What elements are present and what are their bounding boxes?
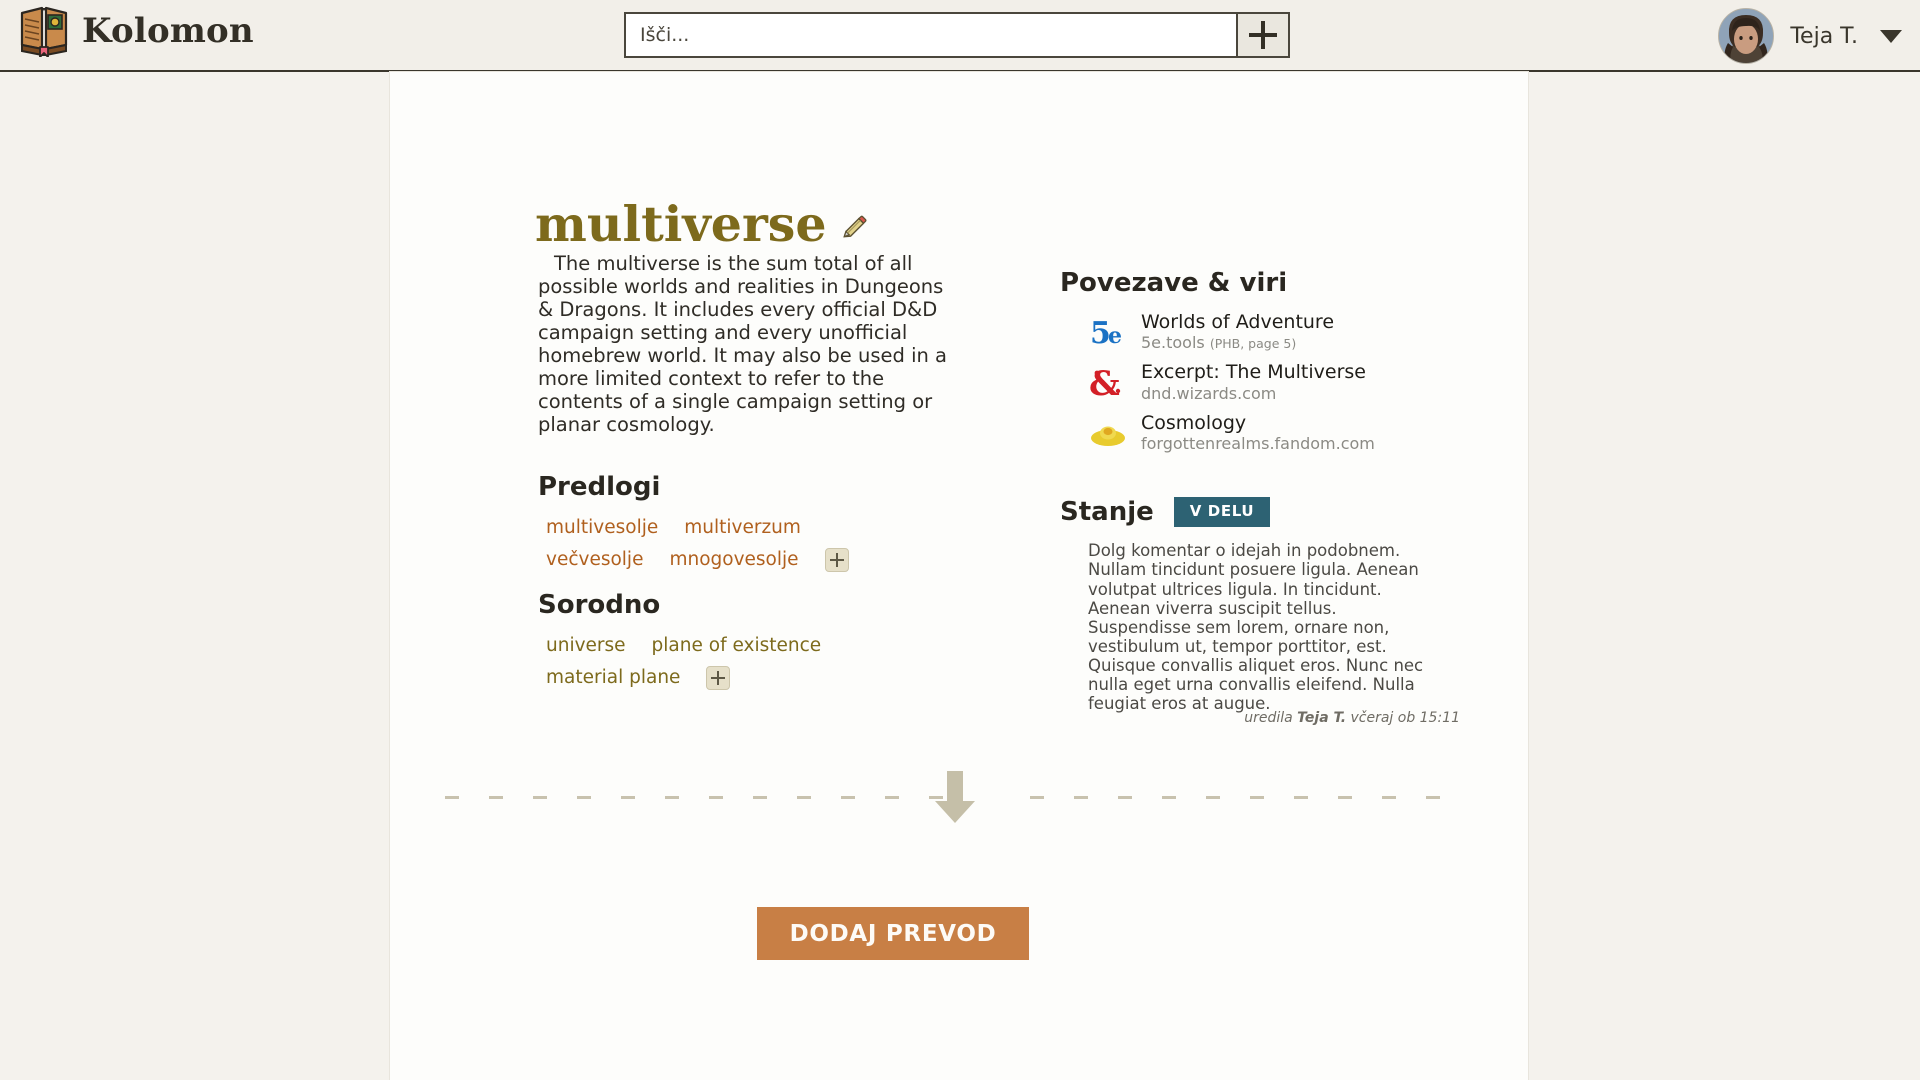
link-source-domain: forgottenrealms.fandom.com (1141, 434, 1375, 454)
link-source-domain: dnd.wizards.com (1141, 383, 1277, 403)
arrow-down-icon (925, 767, 985, 827)
sidebar-right: Povezave & viri 5 e Worlds of Adventure … (1060, 268, 1460, 730)
suggestions-list: multivesolje multiverzum večvesolje mnog… (538, 514, 896, 574)
pencil-icon[interactable] (841, 207, 867, 241)
brand-name: Kolomon (82, 11, 254, 51)
forgotten-realms-icon (1088, 413, 1128, 453)
related-chip[interactable]: universe (546, 632, 626, 660)
link-source: dnd.wizards.com (1141, 384, 1366, 403)
article-lede: The multiverse is the sum total of all p… (538, 251, 948, 436)
avatar (1718, 8, 1775, 64)
divider-dash-left (445, 796, 945, 799)
link-title: Worlds of Adventure (1141, 311, 1335, 333)
link-note: (PHB, page 5) (1209, 336, 1297, 352)
links-heading: Povezave & viri (1060, 268, 1288, 298)
edited-timestamp: včeraj ob 15:11 (1346, 710, 1460, 726)
suggestion-chip[interactable]: večvesolje (546, 546, 643, 574)
link-item[interactable]: & Excerpt: The Multiverse dnd.wizards.co… (1088, 361, 1460, 403)
svg-text:&: & (1089, 364, 1120, 403)
link-title: Excerpt: The Multiverse (1141, 361, 1366, 384)
page-title: multiverse (535, 194, 827, 253)
section-divider (390, 767, 1528, 827)
related-heading: Sorodno (538, 590, 661, 620)
add-suggestion-button[interactable] (824, 547, 849, 572)
link-text: Worlds of Adventure 5e.tools (PHB, page … (1141, 311, 1335, 352)
suggestion-chip[interactable]: multiverzum (684, 514, 801, 542)
link-text: Cosmology forgottenrealms.fandom.com (1141, 411, 1375, 453)
link-text: Excerpt: The Multiverse dnd.wizards.com (1141, 361, 1366, 403)
related-chip[interactable]: plane of existence (652, 632, 822, 660)
add-related-button[interactable] (706, 665, 731, 690)
status-comment: Dolg komentar o idejah in podobnem. Null… (1088, 541, 1424, 714)
dnd-ampersand-icon: & (1088, 363, 1128, 403)
link-item[interactable]: Cosmology forgottenrealms.fandom.com (1088, 411, 1460, 453)
plus-icon (1249, 21, 1277, 49)
related-section: Sorodno universe plane of existence mate… (538, 590, 846, 692)
edited-author: Teja T. (1297, 710, 1347, 726)
link-source: 5e.tools (PHB, page 5) (1141, 333, 1334, 352)
article-content: multiverse The multiverse is the sum tot… (390, 72, 1528, 1080)
5e-tools-icon: 5 e (1088, 312, 1128, 352)
open-book-icon (20, 5, 68, 57)
user-name: Teja T. (1790, 23, 1858, 49)
suggestion-chip[interactable]: mnogovesolje (669, 546, 798, 574)
brand-logo-link[interactable]: Kolomon (20, 5, 254, 57)
app-header: Kolomon Teja T. (0, 0, 1920, 72)
add-translation-button[interactable]: DODAJ PREVOD (757, 907, 1029, 960)
suggestions-heading: Predlogi (538, 472, 661, 502)
links-list: 5 e Worlds of Adventure 5e.tools (PHB, p… (1060, 311, 1460, 453)
search-input[interactable] (624, 12, 1236, 58)
link-source: forgottenrealms.fandom.com (1141, 434, 1375, 453)
status-badge[interactable]: V DELU (1173, 497, 1271, 528)
edited-note: uredila Teja T. včeraj ob 15:11 (1060, 710, 1460, 726)
svg-text:e: e (1108, 323, 1122, 349)
status-section-header: Stanje V DELU (1060, 497, 1460, 528)
related-chip[interactable]: material plane (546, 664, 680, 692)
link-source-domain: 5e.tools (1141, 333, 1205, 353)
user-menu[interactable]: Teja T. (1718, 8, 1902, 64)
search-bar (624, 12, 1290, 58)
link-item[interactable]: 5 e Worlds of Adventure 5e.tools (PHB, p… (1088, 311, 1460, 352)
status-heading: Stanje (1060, 497, 1154, 528)
related-list: universe plane of existence material pla… (538, 632, 846, 692)
edited-prefix: uredila (1244, 710, 1298, 726)
divider-dash-right (1030, 796, 1470, 799)
link-title: Cosmology (1141, 411, 1247, 434)
suggestions-section: Predlogi multivesolje multiverzum večves… (538, 472, 896, 574)
chevron-down-icon[interactable] (1880, 29, 1902, 43)
suggestion-chip[interactable]: multivesolje (546, 514, 658, 542)
add-entry-button[interactable] (1236, 12, 1290, 58)
